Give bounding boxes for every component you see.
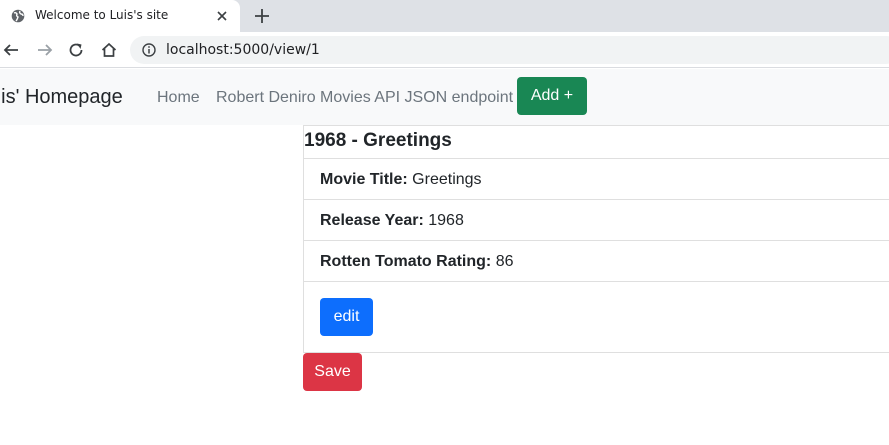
back-icon[interactable] <box>2 41 20 59</box>
movie-card: 1968 - Greetings Movie Title: Greetings … <box>303 125 889 353</box>
rating-row: Rotten Tomato Rating: 86 <box>304 241 889 282</box>
save-button[interactable]: Save <box>303 353 362 391</box>
browser-tabstrip: Welcome to Luis's site <box>0 0 889 32</box>
movie-title-value: Greetings <box>412 171 482 188</box>
address-bar[interactable]: localhost:5000/view/1 <box>130 36 889 64</box>
card-title: 1968 - Greetings <box>304 130 452 151</box>
browser-toolbar: localhost:5000/view/1 <box>0 32 889 68</box>
forward-icon[interactable] <box>36 41 54 59</box>
rating-value: 86 <box>495 253 514 270</box>
url-text: localhost:5000/view/1 <box>166 42 320 58</box>
movie-title-text: Movie Title: Greetings <box>320 171 482 189</box>
info-icon[interactable] <box>142 43 156 57</box>
nav-link-home[interactable]: Home <box>157 89 200 107</box>
rating-label: Rotten Tomato Rating: <box>320 253 492 270</box>
site-navbar: uis' Homepage Home Robert Deniro Movies … <box>0 69 889 125</box>
globe-icon <box>11 9 25 23</box>
reload-icon[interactable] <box>67 41 85 59</box>
release-year-value: 1968 <box>428 212 464 229</box>
card-header: 1968 - Greetings <box>304 126 889 159</box>
movie-title-label: Movie Title: <box>320 171 408 188</box>
rating-text: Rotten Tomato Rating: 86 <box>320 253 513 271</box>
plus-icon[interactable] <box>253 7 271 25</box>
browser-tab[interactable]: Welcome to Luis's site <box>0 0 240 32</box>
nav-link-api-json[interactable]: Robert Deniro Movies API JSON endpoint <box>216 89 513 107</box>
release-year-text: Release Year: 1968 <box>320 212 464 230</box>
edit-button[interactable]: edit <box>320 298 373 336</box>
movie-title-row: Movie Title: Greetings <box>304 159 889 200</box>
close-icon[interactable] <box>214 8 230 24</box>
release-year-label: Release Year: <box>320 212 424 229</box>
navbar-brand[interactable]: uis' Homepage <box>0 86 123 109</box>
tab-title: Welcome to Luis's site <box>35 8 169 22</box>
home-icon[interactable] <box>100 41 118 59</box>
add-button[interactable]: Add + <box>517 77 587 115</box>
release-year-row: Release Year: 1968 <box>304 200 889 241</box>
